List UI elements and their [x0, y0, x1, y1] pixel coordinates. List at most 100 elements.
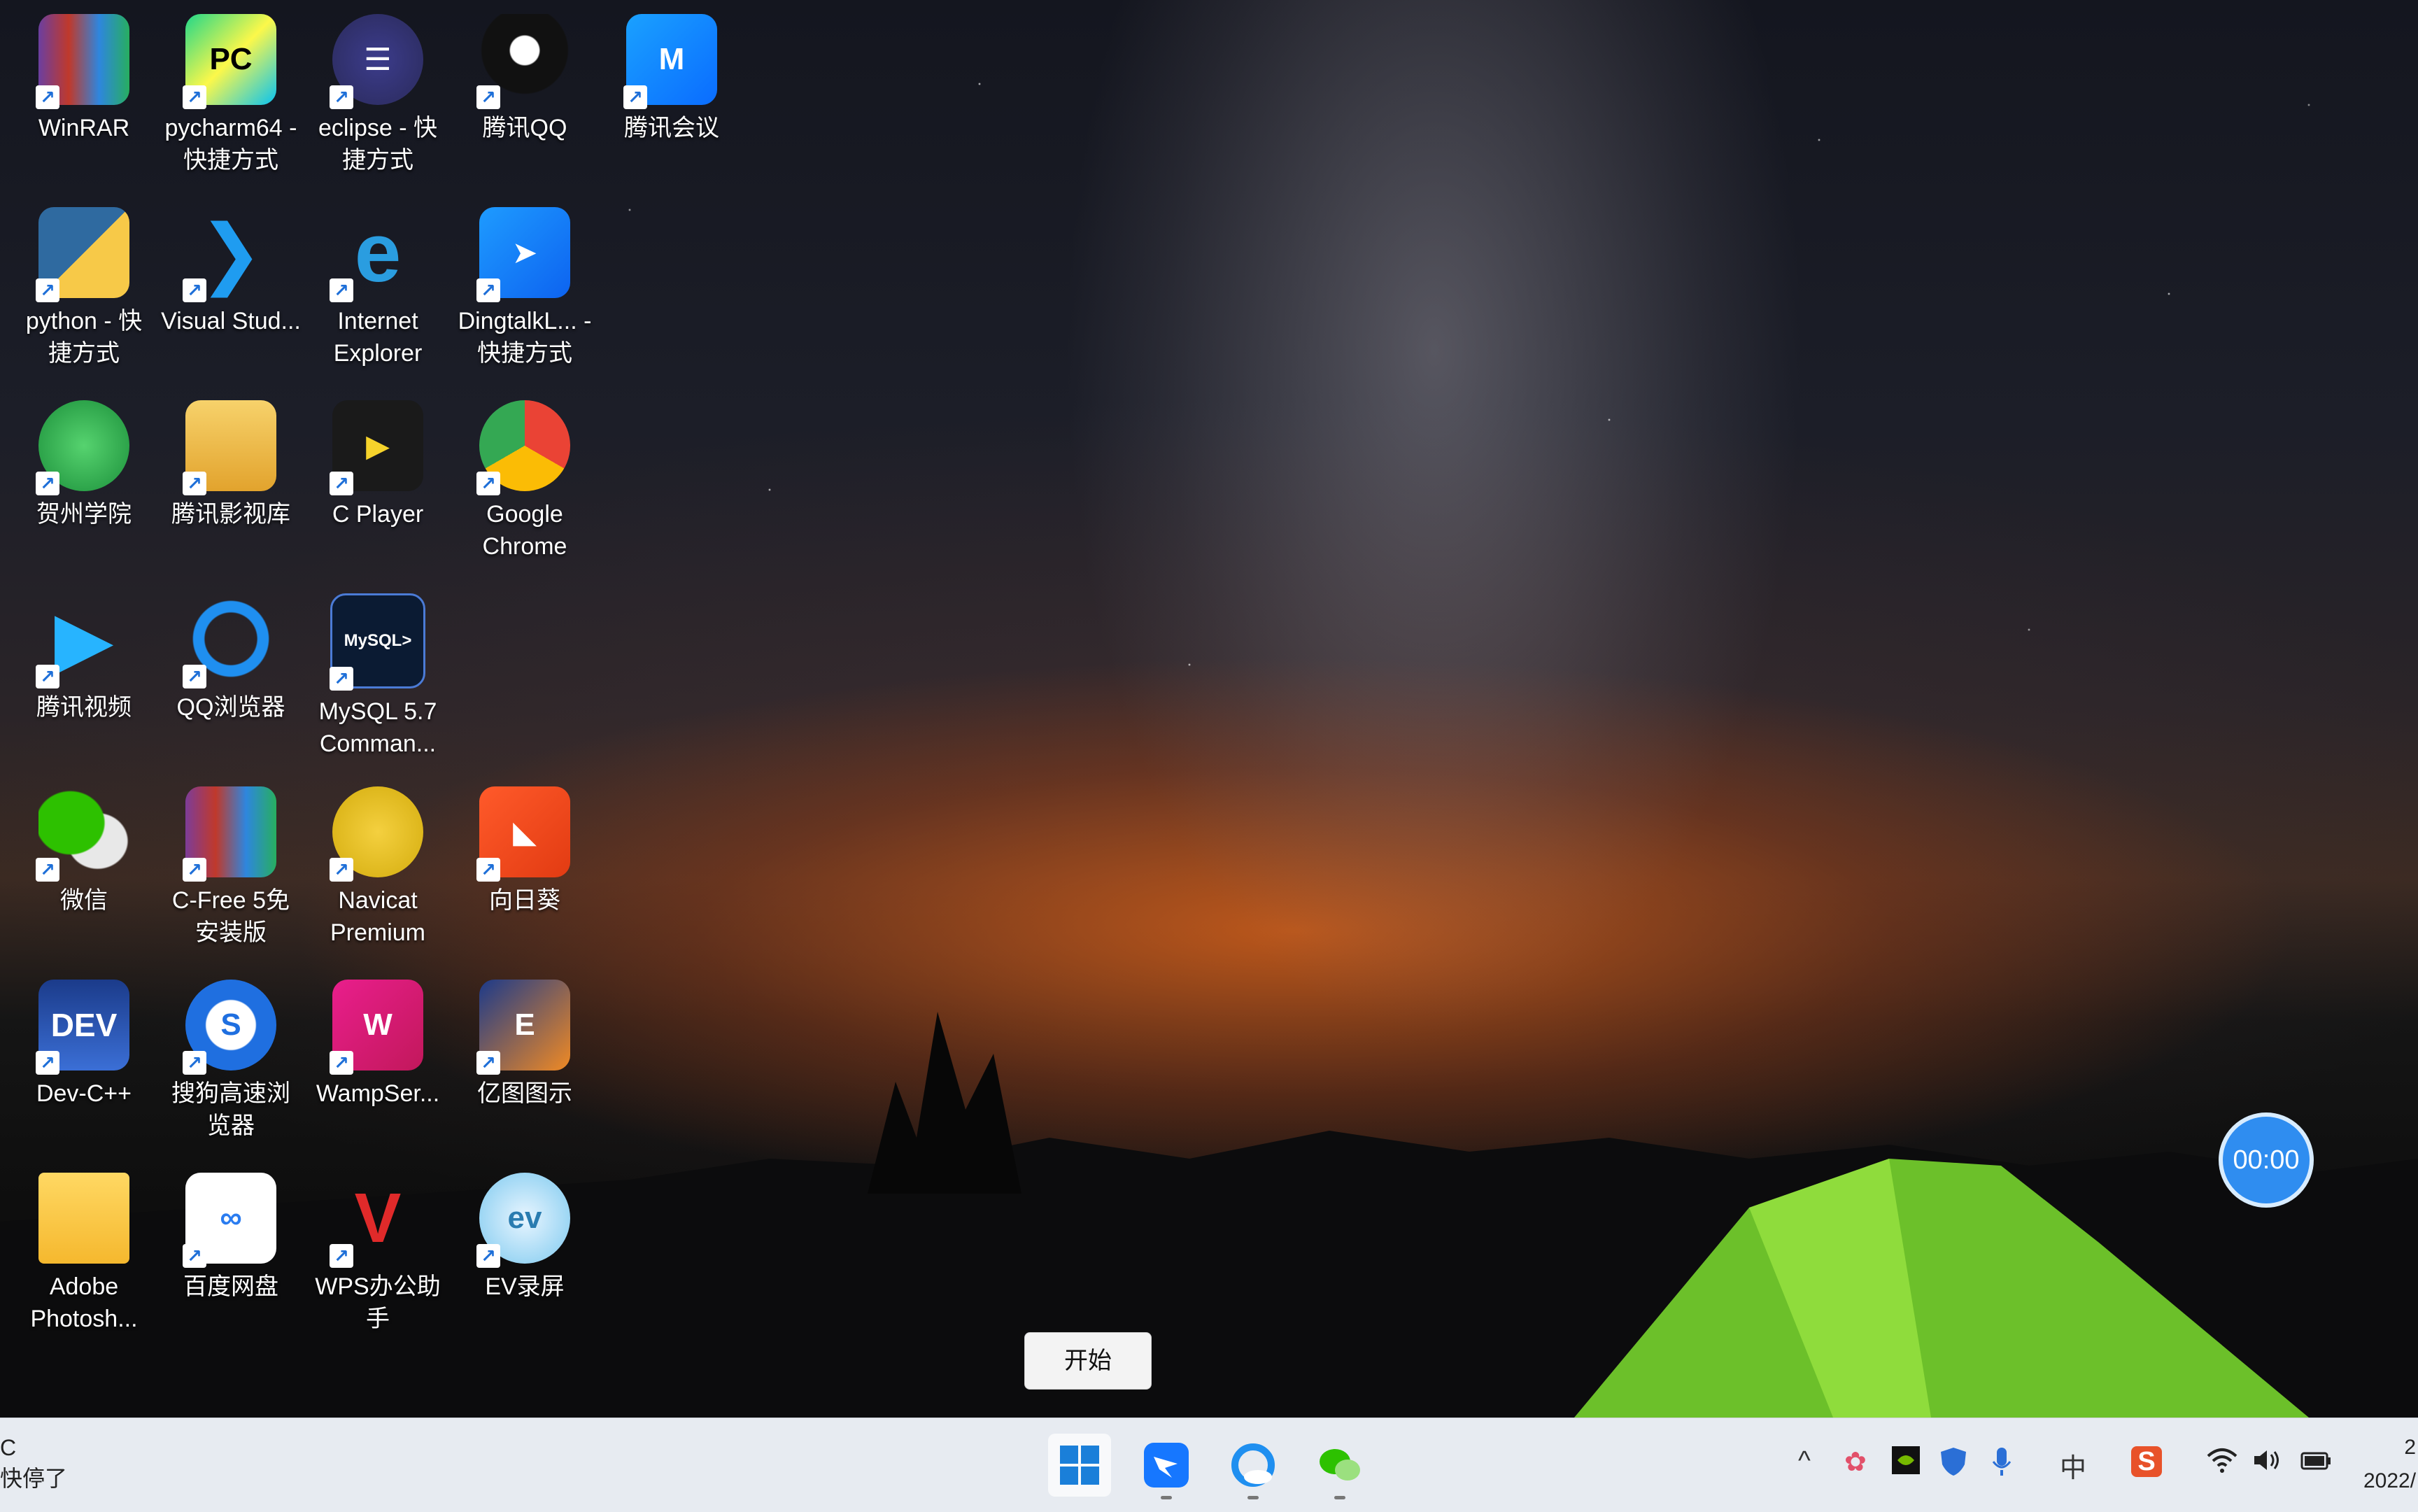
desktop-icon[interactable]: ↗ WinRAR: [14, 14, 154, 144]
python-icon: ↗: [36, 207, 129, 302]
desktop-icon-label: Dev-C++: [36, 1080, 132, 1107]
shortcut-arrow-icon: ↗: [183, 472, 206, 495]
shortcut-arrow-icon: ↗: [330, 85, 353, 109]
desktop-icon[interactable]: ☰ ↗ eclipse - 快捷方式: [308, 14, 448, 176]
desktop-icon[interactable]: ev ↗ EV录屏: [455, 1173, 595, 1303]
desktop-icon[interactable]: ↗ 微信: [14, 786, 154, 917]
chrome-icon: ↗: [476, 400, 570, 495]
desktop-icon[interactable]: ↗ Navicat Premium: [308, 786, 448, 949]
shortcut-arrow-icon: ↗: [183, 278, 206, 302]
windows-icon: [1060, 1446, 1099, 1485]
shortcut-arrow-icon: ↗: [36, 665, 59, 688]
desktop-icon-label: 亿图图示: [477, 1080, 572, 1107]
desktop-icon[interactable]: PC ↗ pycharm64 - 快捷方式: [161, 14, 301, 176]
status-line-2: 快停了: [0, 1466, 68, 1491]
start-tooltip: 开始: [1024, 1332, 1152, 1390]
desktop-icon-label: 向日葵: [489, 887, 560, 914]
desktop-icon[interactable]: ↗ python - 快捷方式: [14, 207, 154, 369]
wechat-icon: [1320, 1449, 1360, 1481]
taskbar-dingtalk[interactable]: [1135, 1434, 1198, 1499]
desktop-icon-label: 腾讯影视库: [171, 501, 290, 528]
desktop-icon[interactable]: ➤ ↗ DingtalkL... - 快捷方式: [455, 207, 595, 369]
desktop-icon-label: WPS办公助手: [315, 1273, 441, 1332]
wampserver-icon: W ↗: [330, 980, 423, 1075]
battery-icon[interactable]: [2299, 1446, 2333, 1481]
desktop-icon[interactable]: e ↗ Internet Explorer: [308, 206, 448, 369]
shortcut-arrow-icon: ↗: [476, 1051, 500, 1075]
shortcut-arrow-icon: ↗: [476, 278, 500, 302]
tray-app-icon[interactable]: ✿: [1844, 1446, 1867, 1478]
desktop-icon-label: Google Chrome: [482, 501, 567, 560]
desktop-icon[interactable]: ↗ Google Chrome: [455, 400, 595, 563]
desktop-icon[interactable]: ↗ 腾讯影视库: [161, 400, 301, 530]
tencent-video-icon: ▶ ↗: [36, 593, 129, 688]
desktop-icon-label: WampSer...: [316, 1080, 440, 1107]
shortcut-arrow-icon: ↗: [36, 278, 59, 302]
qq-browser-icon: ↗: [183, 593, 276, 688]
dingtalk-icon: ➤ ↗: [476, 207, 570, 302]
system-clock[interactable]: 2 2022/: [2363, 1431, 2416, 1498]
recording-timer[interactable]: 00:00: [2219, 1112, 2314, 1208]
desktop-icon[interactable]: E ↗ 亿图图示: [455, 980, 595, 1110]
ime-indicator[interactable]: 中: [2060, 1446, 2086, 1485]
desktop-icon[interactable]: DEV ↗ Dev-C++: [14, 980, 154, 1110]
volume-icon[interactable]: [2251, 1446, 2282, 1481]
shortcut-arrow-icon: ↗: [330, 858, 353, 882]
tencent-meeting-icon: M ↗: [623, 14, 717, 109]
desktop-icon-label: pycharm64 - 快捷方式: [164, 115, 297, 174]
devcpp-icon: DEV ↗: [36, 980, 129, 1075]
desktop-icon-label: Adobe Photosh...: [30, 1273, 138, 1332]
start-button[interactable]: [1048, 1434, 1111, 1497]
wechat-icon: ↗: [36, 786, 129, 882]
shortcut-arrow-icon: ↗: [36, 858, 59, 882]
desktop-icon[interactable]: V ↗ WPS办公助手: [308, 1173, 448, 1335]
desktop-icon[interactable]: M ↗ 腾讯会议: [602, 14, 742, 144]
desktop-icon[interactable]: ↗ 贺州学院: [14, 400, 154, 530]
desktop-icon[interactable]: ❯ ↗ Visual Stud...: [161, 207, 301, 337]
desktop-icon-label: eclipse - 快捷方式: [318, 115, 438, 174]
desktop-icon[interactable]: W ↗ WampSer...: [308, 980, 448, 1110]
show-hidden-icons-chevron[interactable]: ^: [1798, 1446, 1811, 1476]
desktop-icon[interactable]: ↗ 腾讯QQ: [455, 14, 595, 144]
desktop-icon-label: 腾讯会议: [624, 115, 719, 141]
desktop-icon[interactable]: ◣ ↗ 向日葵: [455, 786, 595, 917]
desktop-icon-label: 腾讯视频: [36, 694, 132, 721]
desktop-icon[interactable]: MySQL> ↗ MySQL 5.7 Comman...: [308, 593, 448, 760]
taskbar-qq-browser[interactable]: [1222, 1434, 1285, 1499]
qq-browser-icon: [1231, 1443, 1275, 1487]
clock-date: 2022/: [2363, 1469, 2417, 1492]
desktop-icon[interactable]: ▶ ↗ C Player: [308, 400, 448, 530]
microphone-icon[interactable]: [1991, 1446, 2012, 1484]
desktop-icon[interactable]: ↗ QQ浏览器: [161, 593, 301, 723]
taskbar-wechat[interactable]: [1308, 1434, 1371, 1499]
desktop-icon-label: 搜狗高速浏览器: [171, 1080, 290, 1139]
cplayer-icon: ▶ ↗: [330, 400, 423, 495]
shortcut-arrow-icon: ↗: [183, 1244, 206, 1268]
desktop-icon[interactable]: Adobe Photosh...: [14, 1173, 154, 1335]
sunlogin-icon: ◣ ↗: [476, 786, 570, 882]
shortcut-arrow-icon: ↗: [476, 85, 500, 109]
pycharm-icon: PC ↗: [183, 14, 276, 109]
desktop-icon-label: C Player: [332, 501, 424, 528]
nvidia-icon[interactable]: [1892, 1446, 1920, 1481]
shortcut-arrow-icon: ↗: [183, 1051, 206, 1075]
hezhou-icon: ↗: [36, 400, 129, 495]
wps-icon: V ↗: [330, 1173, 423, 1268]
edraw-icon: E ↗: [476, 980, 570, 1075]
desktop-icon-label: EV录屏: [485, 1273, 565, 1300]
desktop-icon[interactable]: ∞ ↗ 百度网盘: [161, 1173, 301, 1303]
security-shield-icon[interactable]: [1939, 1446, 1967, 1484]
desktop-icon[interactable]: S ↗ 搜狗高速浏览器: [161, 980, 301, 1142]
sogou-input-icon[interactable]: S: [2131, 1446, 2162, 1477]
desktop-icon[interactable]: ↗ C-Free 5免安装版: [161, 786, 301, 949]
desktop-icon-label: 腾讯QQ: [482, 115, 567, 141]
desktop-icon[interactable]: ▶ ↗ 腾讯视频: [14, 593, 154, 723]
tencent-video-library-icon: ↗: [183, 400, 276, 495]
taskbar-left-status[interactable]: C 快停了: [0, 1432, 67, 1494]
wifi-icon[interactable]: [2205, 1446, 2239, 1481]
desktop-icon-label: MySQL 5.7 Comman...: [318, 698, 437, 757]
shortcut-arrow-icon: ↗: [330, 1051, 353, 1075]
shortcut-arrow-icon: ↗: [183, 665, 206, 688]
cfree-icon: ↗: [183, 786, 276, 882]
ev-recorder-icon: ev ↗: [476, 1173, 570, 1268]
